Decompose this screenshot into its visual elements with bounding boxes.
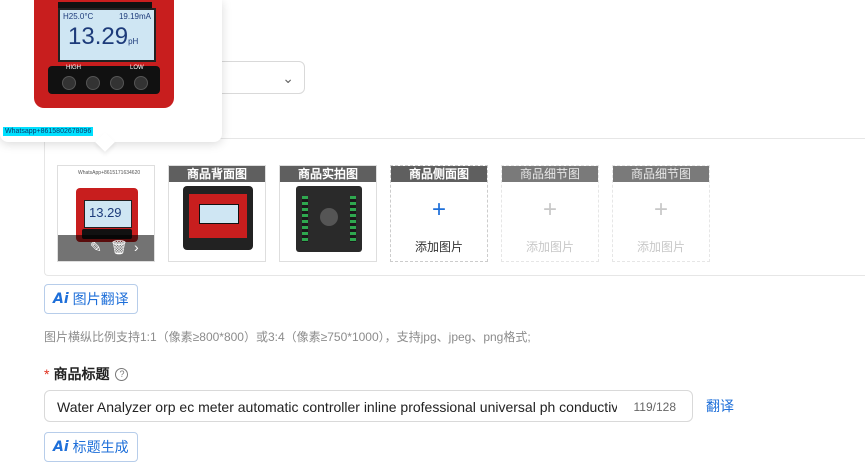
product-image: 13.29 [76, 188, 138, 242]
watermark-text: Whatsapp+8615802678096 [3, 127, 94, 136]
ai-icon: Ai [53, 291, 69, 307]
thumb-actions-bar: ✎ 🗑 › [58, 235, 154, 261]
title-char-counter: 119/128 [633, 400, 677, 414]
thumb-tag: 商品背面图 [169, 166, 265, 182]
product-title-input[interactable]: Water Analyzer orp ec meter automatic co… [44, 390, 693, 422]
device-button [62, 76, 76, 90]
label-low: LOW [130, 65, 144, 71]
title-generate-label: 标题生成 [72, 439, 129, 455]
add-image-label: 添加图片 [525, 240, 574, 254]
edit-icon[interactable]: ✎ [90, 239, 102, 256]
thumb-tag: 商品实拍图 [280, 166, 376, 182]
plus-icon: + [653, 196, 668, 223]
plus-icon: + [542, 196, 557, 223]
device-controls: HIGH LOW [48, 65, 160, 94]
back-image-thumb[interactable]: 商品背面图 [168, 165, 266, 262]
thumb-reading: 13.29 [89, 205, 122, 220]
thumb-tag: 商品侧面图 [391, 166, 487, 182]
reading-main: 13.29 [68, 23, 129, 50]
side-image-upload[interactable]: 商品侧面图 + 添加图片 [390, 165, 488, 262]
image-preview-popup: H25.0°C 19.19mA 13.29pH HIGH LOW Whatsap… [0, 0, 222, 152]
thumb-tag: 商品细节图 [613, 166, 709, 182]
required-mark: * [44, 366, 50, 382]
delete-icon[interactable]: 🗑 [110, 239, 128, 256]
real-photo-thumb[interactable]: 商品实拍图 [279, 165, 377, 262]
translate-link[interactable]: 翻译 [706, 396, 734, 416]
ai-icon: Ai [53, 439, 69, 455]
device-button [86, 76, 100, 90]
device-button [110, 76, 124, 90]
chevron-down-icon: ⌄ [282, 70, 294, 86]
title-field-label: * 商品标题 ? [44, 364, 129, 384]
help-icon[interactable]: ? [115, 367, 129, 381]
reading-unit: pH [128, 37, 139, 46]
product-images-area: WhatsApp+8615171634620 13.29 ✎ 🗑 › 商品背面图… [44, 138, 865, 276]
device-screen: H25.0°C 19.19mA 13.29pH [58, 8, 156, 62]
chevron-right-icon[interactable]: › [134, 239, 139, 255]
thumb-tag: 商品细节图 [502, 166, 598, 182]
detail-image-upload-1[interactable]: 商品细节图 + 添加图片 [501, 165, 599, 262]
add-image-label: 添加图片 [636, 240, 685, 254]
reading-current: 19.19mA [118, 12, 151, 21]
detail-image-upload-2[interactable]: 商品细节图 + 添加图片 [612, 165, 710, 262]
image-translate-button[interactable]: Ai 图片翻译 [44, 284, 138, 314]
plus-icon: + [431, 196, 446, 223]
reading-temperature: H25.0°C [63, 12, 94, 21]
product-title-value[interactable]: Water Analyzer orp ec meter automatic co… [57, 399, 617, 415]
device-button [134, 76, 148, 90]
title-label-text: 商品标题 [53, 366, 110, 382]
main-image-thumb[interactable]: WhatsApp+8615171634620 13.29 ✎ 🗑 › [57, 165, 155, 262]
product-preview-image: H25.0°C 19.19mA 13.29pH HIGH LOW [34, 0, 174, 108]
image-format-hint: 图片横纵比例支持1:1（像素≥800*800）或3:4（像素≥750*1000）… [44, 330, 531, 344]
title-generate-button[interactable]: Ai 标题生成 [44, 432, 138, 462]
image-translate-label: 图片翻译 [72, 291, 129, 307]
label-high: HIGH [66, 65, 81, 71]
product-image [296, 186, 362, 252]
category-select[interactable]: ⌄ [212, 61, 305, 94]
add-image-label: 添加图片 [414, 240, 463, 254]
thumb-watermark: WhatsApp+8615171634620 [78, 170, 141, 176]
product-image [183, 186, 253, 250]
